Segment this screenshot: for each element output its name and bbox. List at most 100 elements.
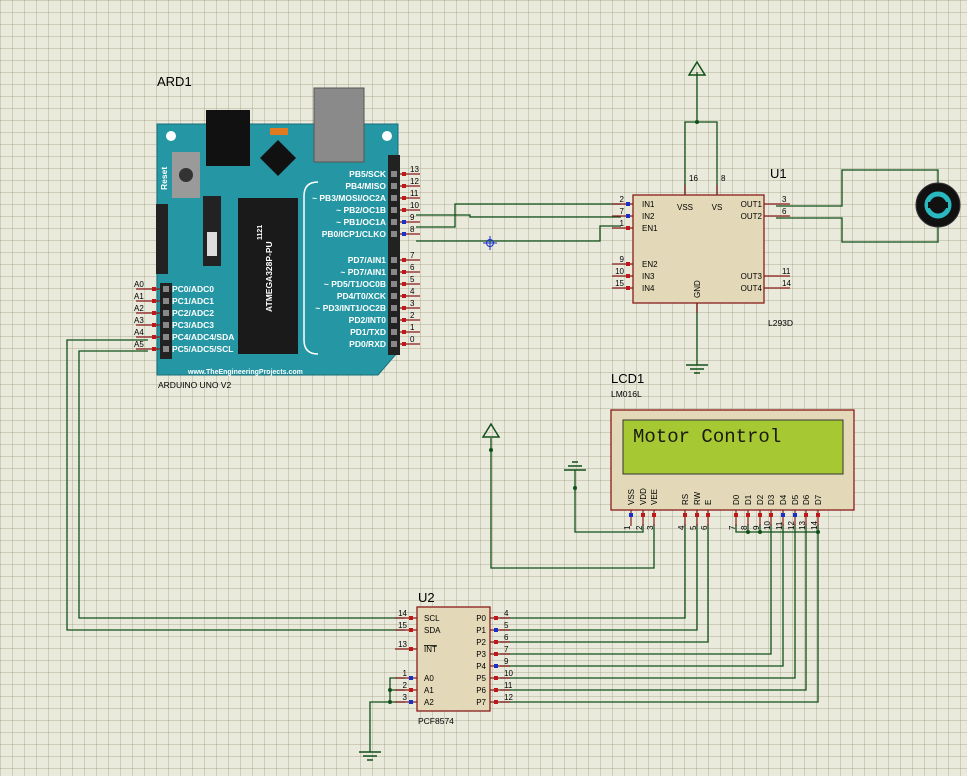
pin-number: 7 <box>410 251 415 260</box>
motor-gap <box>928 202 948 208</box>
pin-state-marker <box>402 208 406 212</box>
wire-u1-vcc[interactable] <box>684 121 718 195</box>
pin-state-marker <box>626 286 630 290</box>
pin-label: PC5/ADC5/SCL <box>172 344 233 354</box>
pin-socket <box>391 195 397 201</box>
wire-p0-rs[interactable] <box>500 524 686 619</box>
pin-state-marker <box>494 652 498 656</box>
ground-lcd[interactable] <box>564 461 586 471</box>
pin-label: ~ PB2/OC1B <box>336 205 386 215</box>
wire-p2-e[interactable] <box>500 524 709 643</box>
wire-out2-motor[interactable] <box>776 217 939 243</box>
regulator-tab <box>207 232 217 256</box>
l293d-driver[interactable]: U1 L293D IN1 2 IN2 7 EN1 1 EN2 9 IN3 10 IN4 15 OUT1… <box>612 166 793 328</box>
pin-state-marker <box>494 664 498 668</box>
wire-sda[interactable] <box>66 339 405 631</box>
wire-p7-d7[interactable] <box>500 532 819 703</box>
pin-state-marker <box>402 282 406 286</box>
mount-hole <box>166 131 176 141</box>
pin-label: PD7/AIN1 <box>348 255 387 265</box>
pin-label: PB4/MISO <box>345 181 386 191</box>
pin-label: PD1/TXD <box>350 327 386 337</box>
arduino-ref: ARD1 <box>157 74 192 89</box>
arduino-uno[interactable]: ARD1 Reset ATMEGA328P-PU 1121 www.TheEng… <box>134 74 420 390</box>
schematic-canvas[interactable]: ARD1 Reset ATMEGA328P-PU 1121 www.TheEng… <box>0 0 967 776</box>
pin-number: 12 <box>787 521 796 530</box>
pin-number: A2 <box>134 304 144 313</box>
pin-number: 4 <box>677 525 686 530</box>
pin-state-marker <box>626 214 630 218</box>
pin-state-marker <box>494 700 498 704</box>
dc-motor[interactable] <box>915 182 961 228</box>
pin-number: 13 <box>798 521 807 530</box>
pin-number: 10 <box>410 201 419 210</box>
pin-number: 9 <box>410 213 415 222</box>
lcd-ref: LCD1 <box>611 371 644 386</box>
pin-state-marker <box>629 513 633 517</box>
pin-state-marker <box>683 513 687 517</box>
pin-label: VSS <box>677 203 693 212</box>
pin-state-marker <box>402 270 406 274</box>
probe-crosshair-icon[interactable] <box>483 236 497 250</box>
pin-label: P4 <box>476 662 486 671</box>
pin-state-marker <box>626 262 630 266</box>
wire-p4-d4[interactable] <box>500 524 784 667</box>
power-header <box>156 204 168 274</box>
pin-label: D2 <box>756 494 765 505</box>
pcf8574-expander[interactable]: U2 PCF8574 SCL 14 SDA 15 INT 13 A0 1 A1 2 A2 3 P0 4 P… <box>395 590 513 726</box>
ground-u2[interactable] <box>359 751 381 761</box>
crystal <box>270 128 288 135</box>
wire-d8-en1[interactable] <box>416 225 621 242</box>
pin-state-marker <box>402 318 406 322</box>
pin-number: 6 <box>504 633 509 642</box>
pin-number: 3 <box>403 693 408 702</box>
pin-number: 7 <box>504 645 509 654</box>
pin-number: 12 <box>410 177 419 186</box>
pin-label: SCL <box>424 614 440 623</box>
pin-number: 8 <box>410 225 415 234</box>
wire-d10-in2[interactable] <box>416 214 621 218</box>
pin-number: A1 <box>134 292 144 301</box>
wire-p1-rw[interactable] <box>500 524 698 631</box>
pin-label: PC0/ADC0 <box>172 284 214 294</box>
pin-state-marker <box>409 700 413 704</box>
pin-number: 1 <box>410 323 415 332</box>
pin-label: OUT2 <box>741 212 763 221</box>
pin-state-marker <box>152 347 156 351</box>
lcd-module[interactable]: LCD1 LM016L Motor Control VSS 1 VDD 2 VEE 3 RS… <box>610 371 855 530</box>
pin-label: OUT1 <box>741 200 763 209</box>
wire-scl[interactable] <box>78 350 405 619</box>
pin-state-marker <box>769 513 773 517</box>
pin-state-marker <box>402 196 406 200</box>
power-jack <box>206 110 250 166</box>
wire-p3-d3[interactable] <box>500 524 772 655</box>
pin-number: 8 <box>740 525 749 530</box>
pin-number: 2 <box>620 195 625 204</box>
junction-dot <box>489 448 493 452</box>
power-terminal-vcc-2[interactable] <box>481 422 501 438</box>
pin-state-marker <box>402 306 406 310</box>
pin-socket <box>391 219 397 225</box>
pin-socket <box>391 281 397 287</box>
wire-out1-motor[interactable] <box>776 169 939 207</box>
pin-state-marker <box>409 676 413 680</box>
pin-label: PD0/RXD <box>349 339 386 349</box>
pin-state-marker <box>402 258 406 262</box>
pin-number: 11 <box>410 189 419 198</box>
pin-label: P6 <box>476 686 486 695</box>
pin-number: 9 <box>620 255 625 264</box>
wire-p6-d6[interactable] <box>500 524 807 691</box>
pin-state-marker <box>734 513 738 517</box>
wire-p5-d5[interactable] <box>500 524 796 679</box>
junction-dot <box>388 688 392 692</box>
junction-dot <box>695 120 699 124</box>
pin-socket <box>391 257 397 263</box>
pin-label: VS <box>712 203 723 212</box>
mount-hole <box>382 131 392 141</box>
pin-label: A1 <box>424 686 434 695</box>
wire-a2-gnd[interactable] <box>369 701 405 752</box>
pin-state-marker <box>804 513 808 517</box>
ground-u1[interactable] <box>686 364 708 374</box>
pin-label: ~ PD3/INT1/OC2B <box>315 303 386 313</box>
driver-ref: U1 <box>770 166 787 181</box>
